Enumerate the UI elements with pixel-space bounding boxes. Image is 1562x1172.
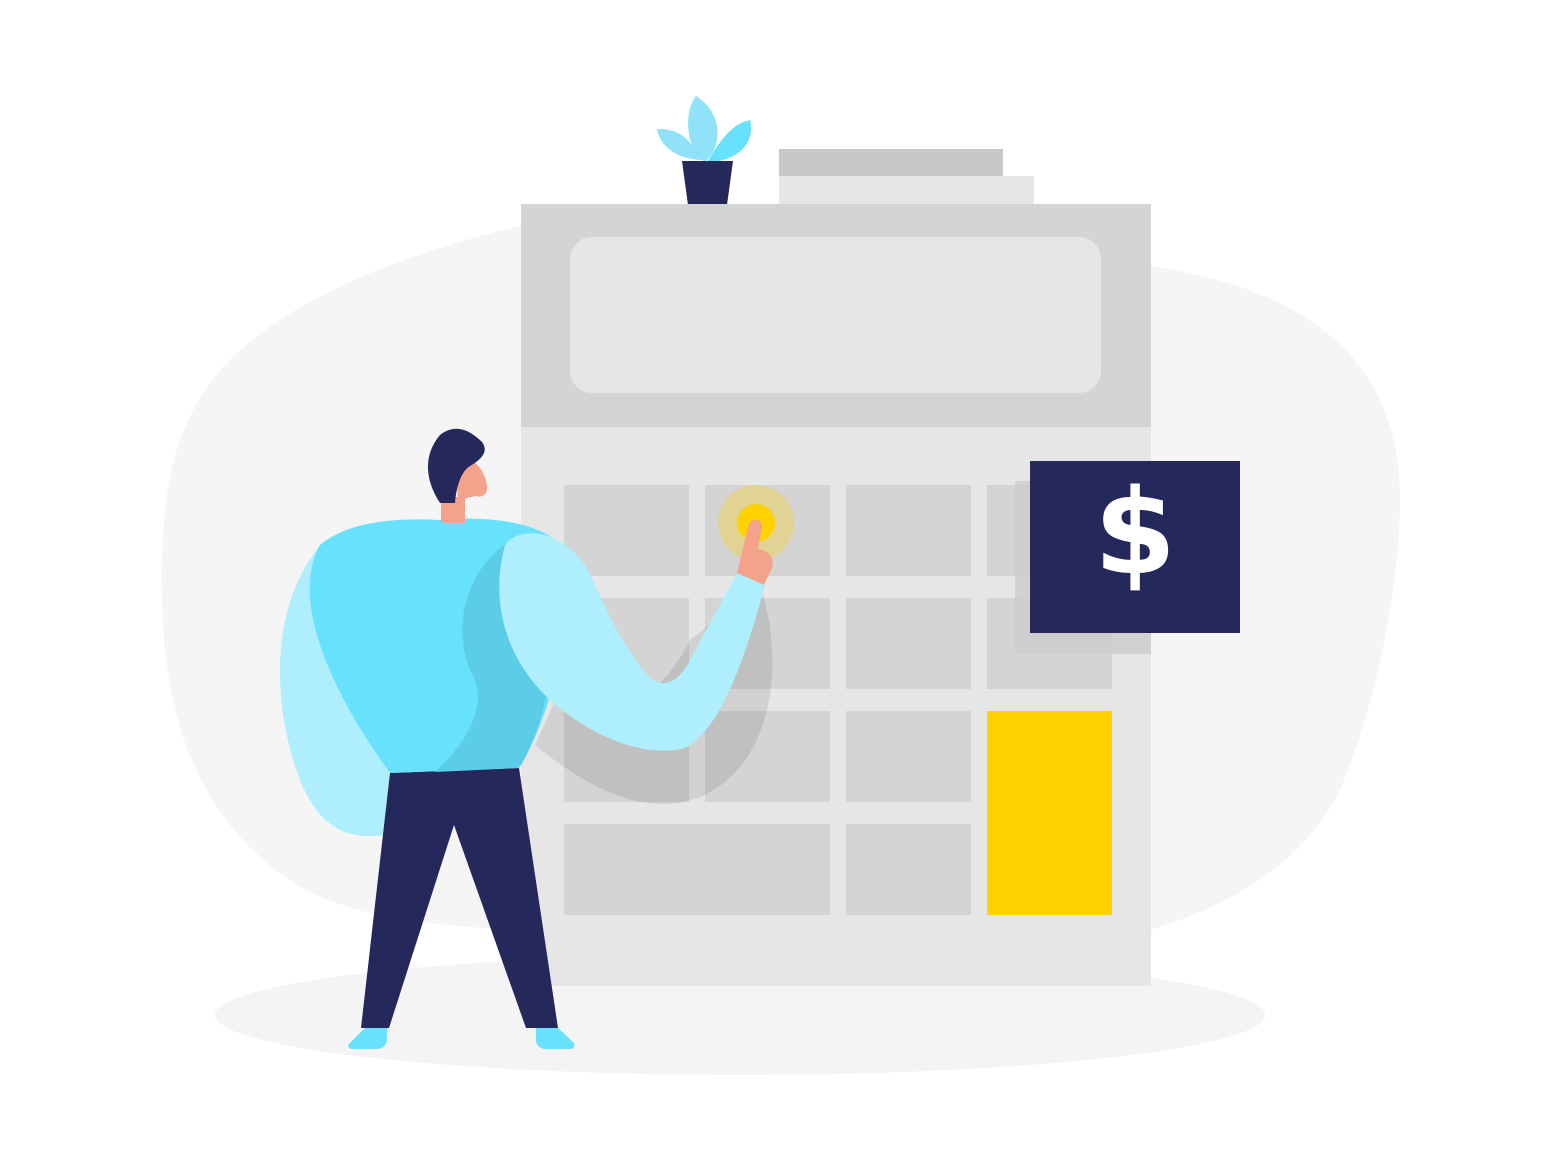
calculator-illustration: $ bbox=[161, 96, 1400, 1075]
calculator-key bbox=[846, 824, 971, 915]
dollar-sign-icon: $ bbox=[1094, 463, 1176, 601]
plant-pot bbox=[682, 161, 733, 205]
calculator-key bbox=[846, 711, 971, 802]
potted-plant-icon bbox=[657, 96, 752, 205]
calculator-key bbox=[846, 598, 971, 689]
paper-front bbox=[779, 176, 1034, 206]
calculator-display bbox=[570, 237, 1101, 393]
calculator-key-wide bbox=[564, 824, 830, 915]
price-tag: $ bbox=[1015, 461, 1240, 654]
calculator-key bbox=[846, 485, 971, 576]
calculator-equals-key bbox=[987, 711, 1112, 915]
paper-stack-icon bbox=[779, 149, 1034, 206]
paper-back bbox=[779, 149, 1003, 179]
